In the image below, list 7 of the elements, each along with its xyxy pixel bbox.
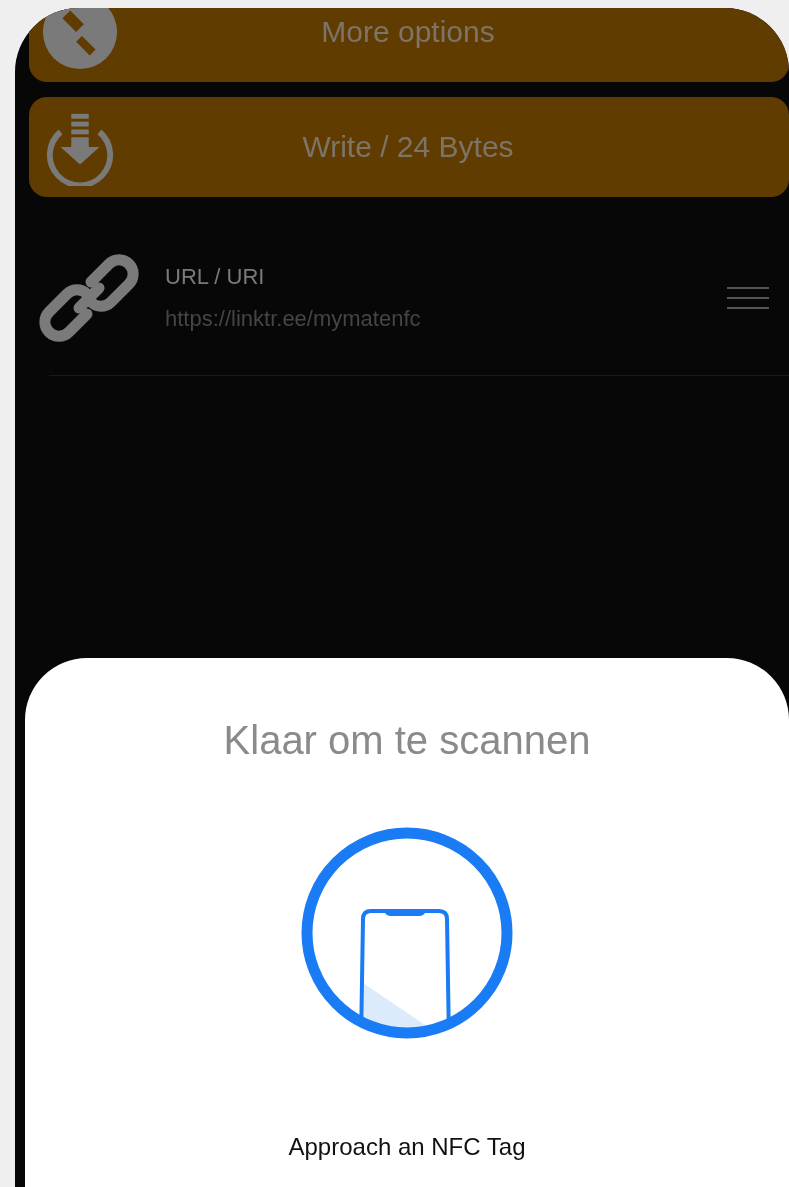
- sheet-message: Approach an NFC Tag: [288, 1133, 526, 1161]
- record-type: URL / URI: [165, 263, 266, 290]
- action-button[interactable]: Write / 24 Bytes: [29, 97, 789, 197]
- drag-handle-icon[interactable]: [727, 285, 769, 310]
- record-value: https://linktr.ee/mymatenfc: [165, 305, 422, 332]
- action-button[interactable]: More options: [29, 8, 789, 82]
- sheet-title: Klaar om te scannen: [223, 718, 591, 763]
